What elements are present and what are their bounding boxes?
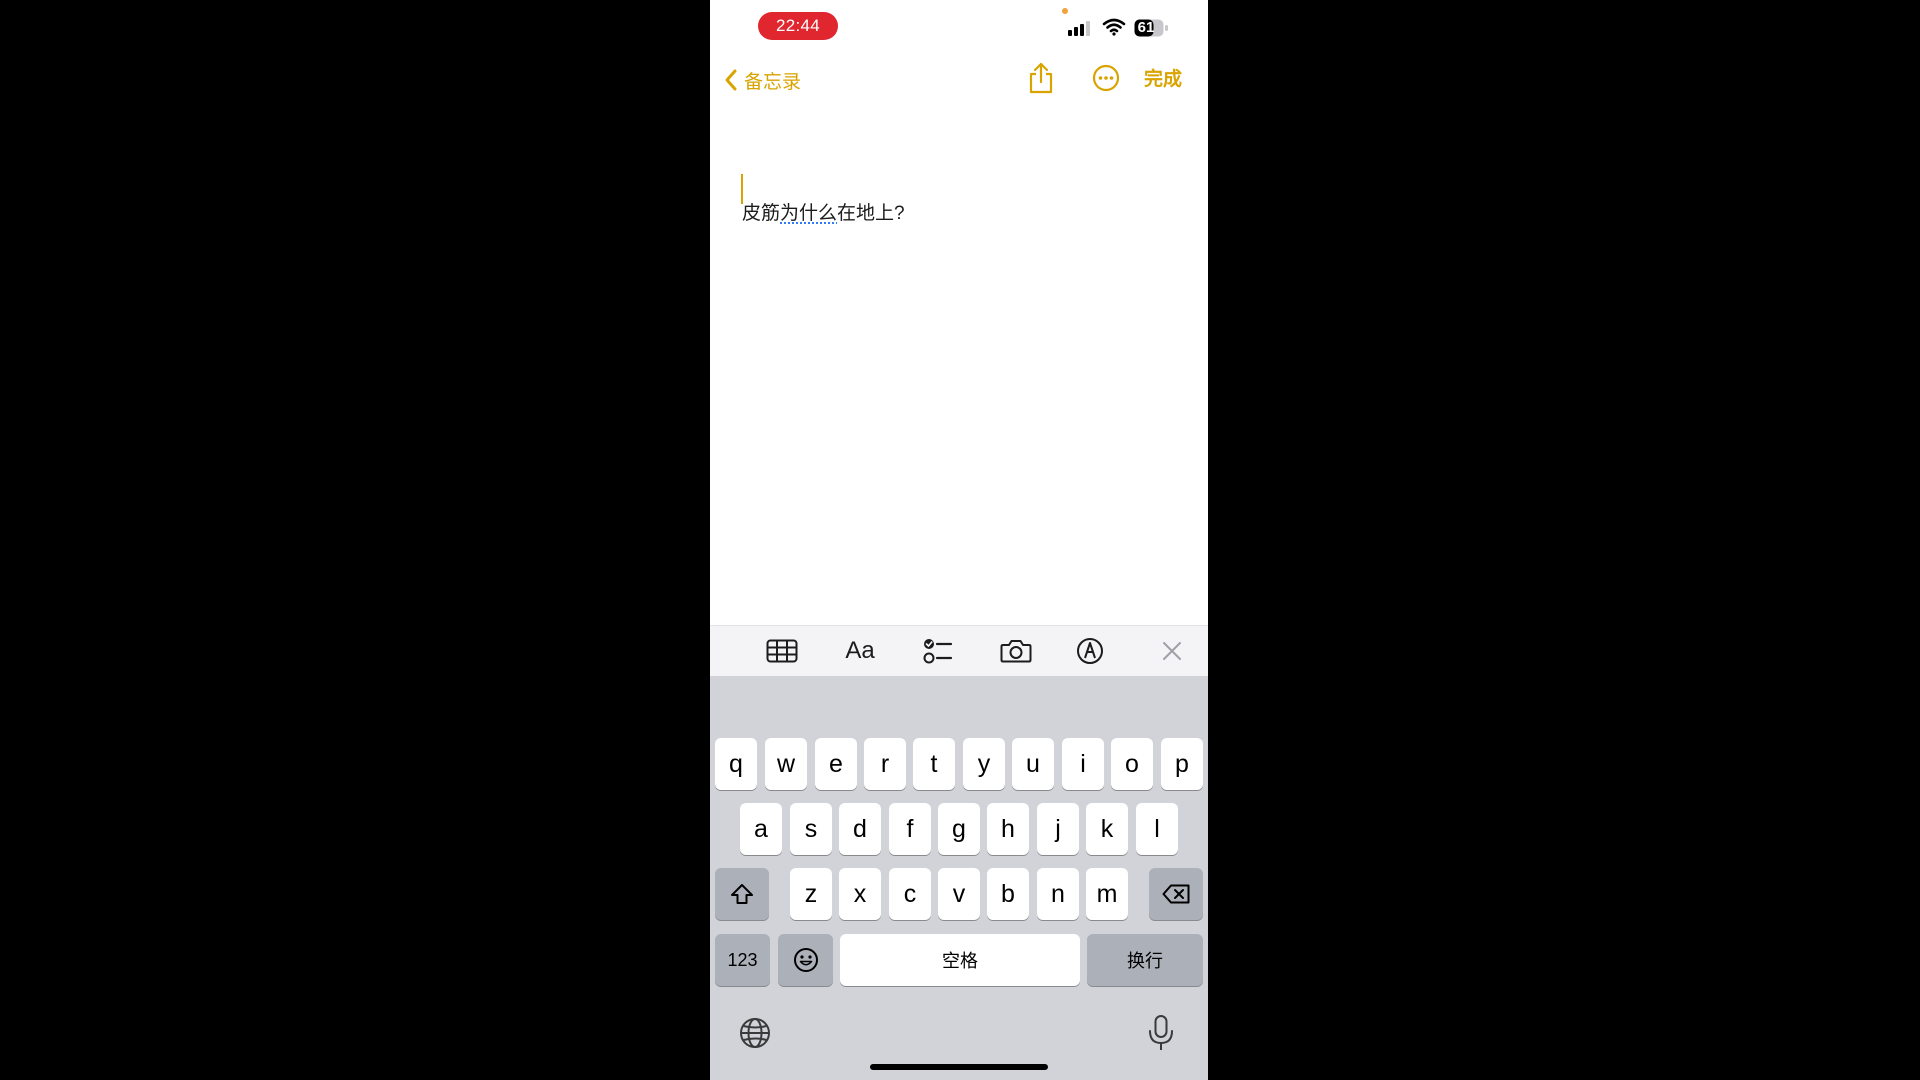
key-e[interactable]: e	[815, 738, 857, 790]
key-m[interactable]: m	[1086, 868, 1128, 920]
chevron-left-icon	[725, 69, 737, 91]
delete-key[interactable]	[1149, 868, 1203, 920]
return-key[interactable]: 换行	[1087, 934, 1203, 986]
share-icon	[1029, 62, 1053, 94]
space-key[interactable]: 空格	[840, 934, 1080, 986]
shift-key[interactable]	[715, 868, 769, 920]
back-button-label: 备忘录	[744, 71, 802, 93]
table-icon	[766, 639, 798, 663]
numbers-key[interactable]: 123	[715, 934, 770, 986]
key-b[interactable]: b	[987, 868, 1029, 920]
key-o[interactable]: o	[1111, 738, 1153, 790]
markup-button[interactable]	[1070, 626, 1110, 676]
key-u[interactable]: u	[1012, 738, 1054, 790]
note-text-segment-misspelled[interactable]: 为什么	[780, 203, 837, 224]
camera-icon	[1000, 640, 1032, 663]
delete-icon	[1162, 884, 1190, 904]
key-f[interactable]: f	[889, 803, 931, 855]
back-button[interactable]: 备忘录	[724, 64, 801, 96]
key-i[interactable]: i	[1062, 738, 1104, 790]
keyboard: q w e r t y u i o p a s d f g h j k l z …	[710, 676, 1208, 1080]
text-format-button[interactable]: Aa	[836, 626, 884, 676]
notes-app-screen: 22:44 61 备忘录 完成 皮筋为什么在地上? Aa q w e r t y…	[710, 0, 1208, 1080]
checklist-button[interactable]	[918, 626, 958, 676]
table-button[interactable]	[762, 626, 802, 676]
text-cursor	[741, 174, 743, 204]
key-t[interactable]: t	[913, 738, 955, 790]
signal-icon	[1068, 21, 1090, 36]
globe-button[interactable]	[738, 1016, 772, 1055]
dictation-button[interactable]	[1146, 1014, 1176, 1057]
formatting-toolbar: Aa	[710, 625, 1208, 676]
privacy-indicator-dot	[1062, 8, 1068, 14]
key-c[interactable]: c	[889, 868, 931, 920]
status-time[interactable]: 22:44	[758, 12, 838, 40]
close-icon	[1163, 642, 1181, 660]
battery-level: 61	[1137, 19, 1155, 36]
key-p[interactable]: p	[1161, 738, 1203, 790]
key-a[interactable]: a	[740, 803, 782, 855]
key-x[interactable]: x	[839, 868, 881, 920]
key-z[interactable]: z	[790, 868, 832, 920]
globe-icon	[740, 1018, 770, 1048]
key-y[interactable]: y	[963, 738, 1005, 790]
more-options-button[interactable]	[1092, 64, 1120, 97]
more-icon	[1092, 64, 1120, 92]
key-r[interactable]: r	[864, 738, 906, 790]
key-g[interactable]: g	[938, 803, 980, 855]
close-toolbar-button[interactable]	[1154, 626, 1190, 676]
camera-button[interactable]	[994, 626, 1038, 676]
text-format-label: Aa	[845, 637, 875, 664]
note-text-segment: 皮筋	[742, 203, 781, 224]
microphone-icon	[1149, 1015, 1173, 1050]
key-k[interactable]: k	[1086, 803, 1128, 855]
checklist-icon	[923, 639, 953, 664]
share-button[interactable]	[1028, 62, 1054, 99]
key-h[interactable]: h	[987, 803, 1029, 855]
note-text-body[interactable]: 皮筋为什么在地上?	[742, 202, 905, 226]
key-w[interactable]: w	[765, 738, 807, 790]
key-l[interactable]: l	[1136, 803, 1178, 855]
key-n[interactable]: n	[1037, 868, 1079, 920]
note-text-segment: 在地上?	[837, 203, 905, 224]
key-q[interactable]: q	[715, 738, 757, 790]
key-s[interactable]: s	[790, 803, 832, 855]
emoji-key[interactable]	[778, 934, 833, 986]
emoji-icon	[793, 948, 818, 972]
key-j[interactable]: j	[1037, 803, 1079, 855]
home-indicator[interactable]	[870, 1064, 1048, 1070]
key-d[interactable]: d	[839, 803, 881, 855]
shift-icon	[731, 884, 753, 904]
done-button[interactable]: 完成	[1144, 64, 1182, 96]
markup-icon	[1077, 638, 1103, 664]
key-v[interactable]: v	[938, 868, 980, 920]
wifi-icon	[1102, 18, 1126, 36]
